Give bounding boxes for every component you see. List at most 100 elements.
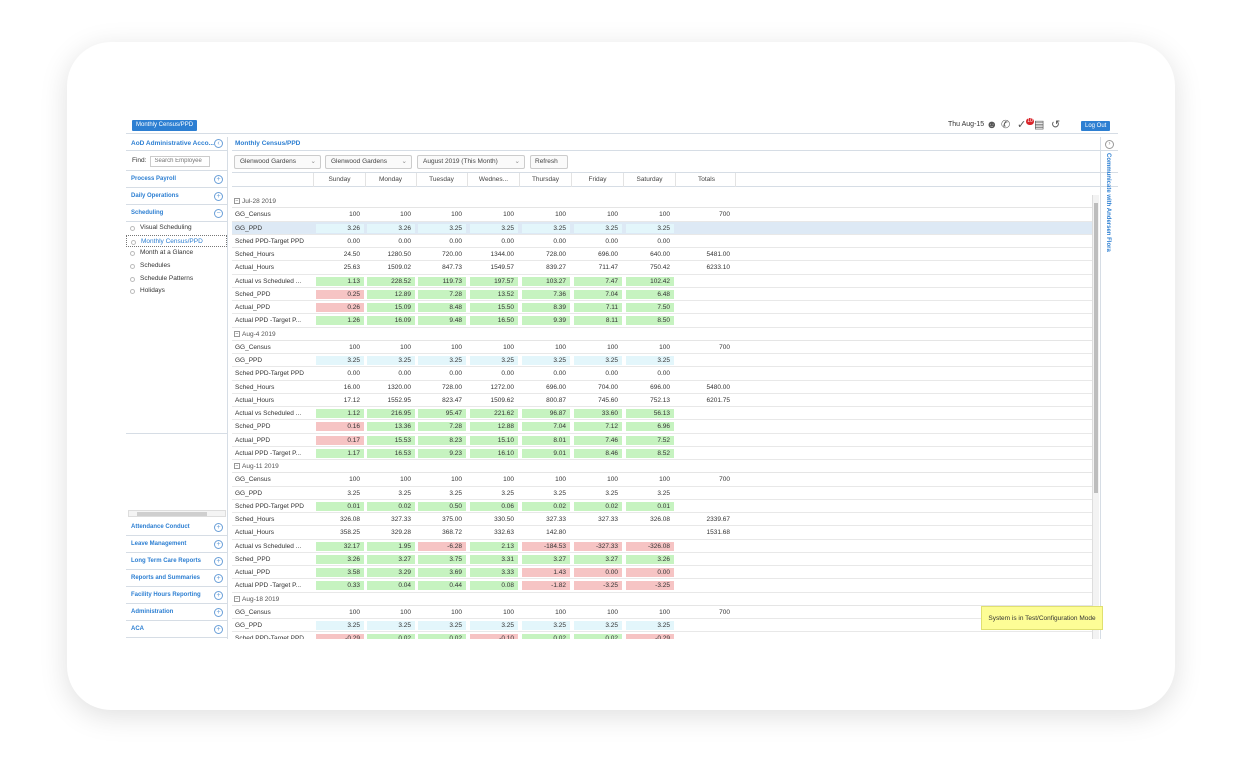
expand-plus-icon[interactable]: +	[214, 523, 223, 532]
table-cell[interactable]: 3.26	[626, 554, 674, 564]
table-cell[interactable]: 823.47	[418, 396, 466, 405]
table-cell[interactable]: 9.39	[522, 316, 570, 326]
table-cell[interactable]: 3.25	[626, 489, 674, 498]
table-row[interactable]: GG_Census 100 100 100 100 100 100 100 700	[232, 606, 1092, 620]
table-cell[interactable]: 3.25	[626, 621, 674, 631]
table-cell[interactable]: 100	[626, 608, 674, 617]
table-cell[interactable]: -1.82	[522, 581, 570, 591]
table-cell[interactable]: 7.04	[574, 289, 622, 299]
sidebar-hscrollbar[interactable]	[128, 510, 226, 517]
table-cell[interactable]: 800.87	[522, 396, 570, 405]
table-vscrollbar[interactable]	[1092, 195, 1099, 639]
expand-plus-icon[interactable]: +	[214, 625, 223, 634]
table-cell[interactable]: 16.53	[367, 448, 415, 458]
table-row[interactable]: Sched_Hours 326.08 327.33 375.00 330.50 327.3…	[232, 513, 1092, 527]
table-cell[interactable]: 142.80	[522, 528, 570, 537]
table-cell[interactable]: 3.25	[418, 489, 466, 498]
table-cell[interactable]: 3.25	[522, 223, 570, 233]
table-cell[interactable]: 3.25	[418, 223, 466, 233]
table-row[interactable]: Actual PPD -Target P... 1.17 16.53 9.23 16.1…	[232, 447, 1092, 461]
table-cell[interactable]: 1.95	[367, 541, 415, 551]
table-cell[interactable]: 103.27	[522, 276, 570, 286]
table-cell[interactable]: 0.16	[316, 422, 364, 432]
table-row[interactable]: GG_PPD 3.25 3.25 3.25 3.25 3.25 3.25 3.25	[232, 354, 1092, 368]
sidebar-section-bottom-1[interactable]: Leave Management +	[126, 536, 227, 553]
table-cell[interactable]: 1.12	[316, 409, 364, 419]
table-cell[interactable]: 7.28	[418, 422, 466, 432]
table-cell[interactable]: 3.25	[470, 223, 518, 233]
table-cell[interactable]: 3.27	[367, 554, 415, 564]
table-cell[interactable]: 3.26	[316, 554, 364, 564]
table-cell[interactable]: 100	[470, 210, 518, 219]
table-row[interactable]: GG_PPD 3.25 3.25 3.25 3.25 3.25 3.25 3.25	[232, 619, 1092, 633]
sidebar-section-2[interactable]: Scheduling −	[126, 205, 227, 222]
table-cell[interactable]: 696.00	[522, 383, 570, 392]
table-row[interactable]: Sched_PPD 0.16 13.36 7.28 12.88 7.04 7.12 6.96	[232, 420, 1092, 434]
table-cell[interactable]: 3.25	[316, 621, 364, 631]
table-cell[interactable]: 8.50	[626, 316, 674, 326]
table-cell[interactable]: 375.00	[418, 515, 466, 524]
table-cell[interactable]: 0.01	[316, 501, 364, 511]
table-cell[interactable]: 16.09	[367, 316, 415, 326]
table-row[interactable]: Actual_PPD 0.26 15.09 8.48 15.50 8.39 7.11 7.50	[232, 301, 1092, 315]
table-cell[interactable]: 15.50	[470, 303, 518, 313]
table-cell[interactable]: 0.00	[316, 369, 364, 378]
table-cell[interactable]: 7.11	[574, 303, 622, 313]
table-cell[interactable]: 3.25	[626, 223, 674, 233]
table-cell[interactable]: 100	[316, 343, 364, 352]
table-row[interactable]: GG_PPD 3.25 3.25 3.25 3.25 3.25 3.25 3.25	[232, 487, 1092, 500]
expand-plus-icon[interactable]: +	[214, 540, 223, 549]
notification-icon[interactable]: ✓	[1017, 119, 1026, 131]
table-cell[interactable]: 8.52	[626, 448, 674, 458]
table-cell[interactable]: 228.52	[367, 276, 415, 286]
table-row[interactable]: Sched PPD-Target PPD 0.00 0.00 0.00 0.00 0.00…	[232, 235, 1092, 249]
sidebar-section-bottom-0[interactable]: Attendance Conduct +	[126, 519, 227, 536]
table-cell[interactable]: 332.63	[470, 528, 518, 537]
table-cell[interactable]: 15.09	[367, 303, 415, 313]
table-cell[interactable]: 216.95	[367, 409, 415, 419]
table-cell[interactable]: 96.87	[522, 409, 570, 419]
table-cell[interactable]: 752.13	[626, 396, 674, 405]
collapse-minus-icon[interactable]: −	[234, 463, 240, 470]
table-cell[interactable]: 2.13	[470, 541, 518, 551]
table-row[interactable]: Sched PPD-Target PPD 0.00 0.00 0.00 0.00 0.00…	[232, 367, 1092, 381]
table-row[interactable]: Actual vs Scheduled ... 1.12 216.95 95.47 22…	[232, 407, 1092, 421]
table-cell[interactable]: 0.02	[522, 501, 570, 511]
table-cell[interactable]: 0.00	[367, 237, 415, 246]
table-cell[interactable]: 0.00	[418, 237, 466, 246]
table-cell[interactable]: 100	[522, 210, 570, 219]
table-cell[interactable]: 326.08	[626, 515, 674, 524]
sidebar-section-bottom-5[interactable]: Administration +	[126, 604, 227, 621]
expand-plus-icon[interactable]: +	[214, 574, 223, 583]
table-cell[interactable]: 3.69	[418, 568, 466, 578]
communicate-panel[interactable]: › Communicate with Andersen Flora	[1100, 137, 1118, 639]
table-cell[interactable]: 7.12	[574, 422, 622, 432]
sidebar-item-0[interactable]: Visual Scheduling	[126, 222, 227, 235]
sidebar-item-4[interactable]: Schedule Patterns	[126, 273, 227, 286]
table-cell[interactable]: 0.00	[574, 237, 622, 246]
table-cell[interactable]: 119.73	[418, 276, 466, 286]
table-cell[interactable]: 1320.00	[367, 383, 415, 392]
table-cell[interactable]: 0.00	[522, 237, 570, 246]
table-row[interactable]: Actual vs Scheduled ... 1.13 228.52 119.73 1…	[232, 275, 1092, 288]
sidebar-section-bottom-4[interactable]: Facility Hours Reporting +	[126, 587, 227, 604]
refresh-sync-icon[interactable]: ↺	[1051, 119, 1060, 131]
table-row[interactable]: Sched PPD-Target PPD -0.29 0.02 0.02 -0.10 0.…	[232, 632, 1092, 639]
table-cell[interactable]: 0.00	[470, 237, 518, 246]
table-cell[interactable]: 100	[367, 210, 415, 219]
table-cell[interactable]: 0.04	[367, 581, 415, 591]
table-cell[interactable]: 3.25	[574, 223, 622, 233]
table-cell[interactable]: 6.48	[626, 289, 674, 299]
table-cell[interactable]: 0.00	[626, 568, 674, 578]
table-cell[interactable]: 0.00	[626, 369, 674, 378]
table-cell[interactable]: 3.25	[522, 621, 570, 631]
scroll-thumb[interactable]	[137, 512, 207, 516]
table-cell[interactable]: 13.52	[470, 289, 518, 299]
refresh-button[interactable]: Refresh	[530, 155, 568, 169]
table-cell[interactable]: 711.47	[574, 263, 622, 272]
table-cell[interactable]: 0.00	[470, 369, 518, 378]
table-row[interactable]: Actual PPD -Target P... 1.26 16.09 9.48 16.5…	[232, 314, 1092, 328]
table-cell[interactable]: 0.50	[418, 501, 466, 511]
collapse-minus-icon[interactable]: −	[234, 330, 240, 337]
table-cell[interactable]: 15.53	[367, 435, 415, 445]
